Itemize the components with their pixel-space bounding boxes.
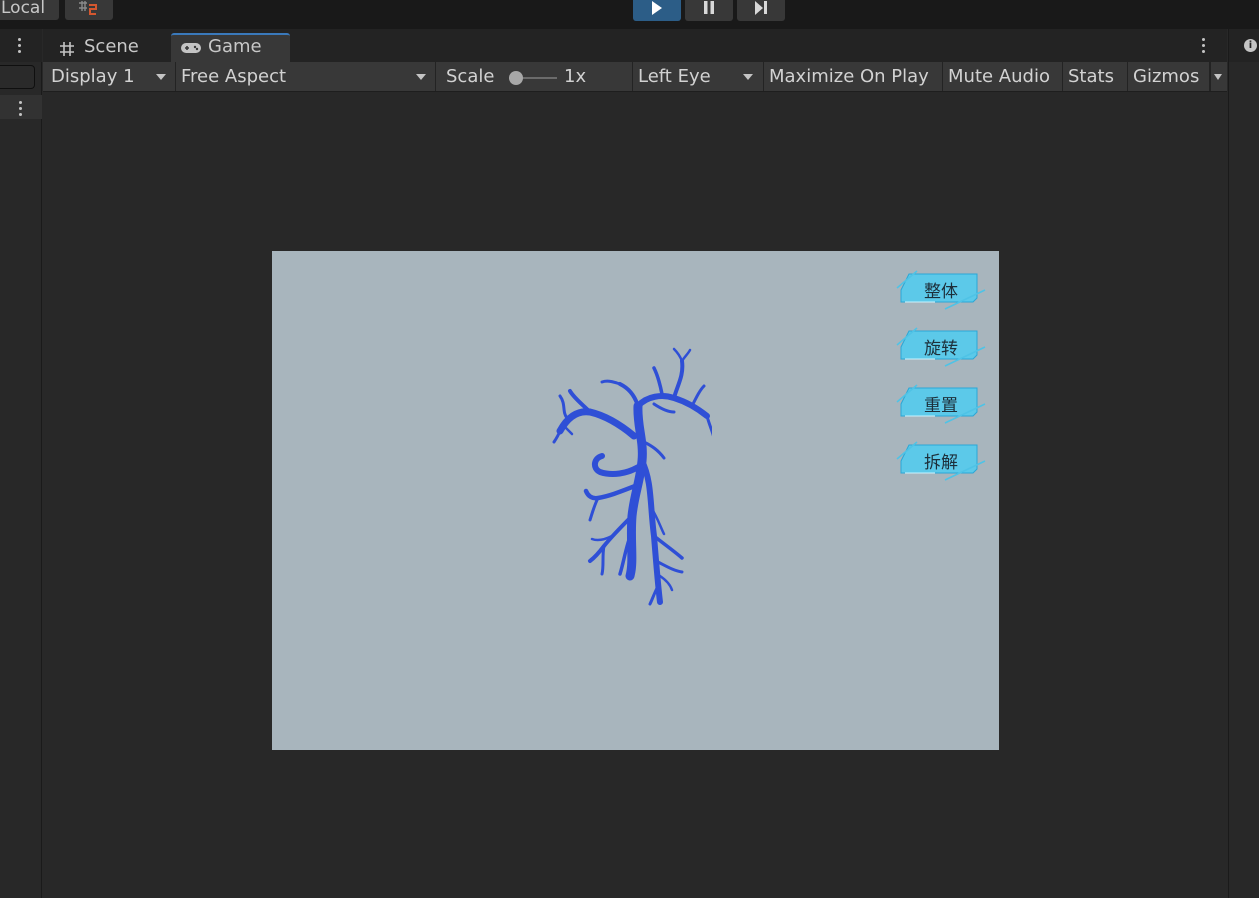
chevron-down-icon	[1214, 74, 1222, 80]
display-dropdown[interactable]: Display 1	[46, 62, 176, 91]
eye-value: Left Eye	[638, 66, 711, 87]
chevron-down-icon	[156, 74, 166, 80]
chevron-down-icon	[416, 74, 426, 80]
inspector-tab-strip: i	[1229, 29, 1259, 62]
stats-toggle[interactable]: Stats	[1063, 62, 1128, 91]
stats-label: Stats	[1068, 66, 1114, 87]
gamepad-icon	[181, 43, 201, 53]
tab-scene[interactable]: Scene	[53, 33, 173, 62]
overall-view-button[interactable]: 整体	[895, 268, 987, 310]
main-toolbar: Local	[0, 0, 1259, 29]
maximize-on-play-toggle[interactable]: Maximize On Play	[764, 62, 943, 91]
inspector-panel: i	[1228, 29, 1259, 898]
pause-icon	[704, 1, 714, 14]
step-icon	[755, 1, 767, 15]
pivot-rotation-button[interactable]: Local	[0, 0, 59, 20]
hierarchy-search-input[interactable]	[0, 65, 35, 89]
step-button[interactable]	[737, 0, 785, 21]
tab-scene-label: Scene	[84, 36, 139, 57]
eye-dropdown[interactable]: Left Eye	[633, 62, 764, 91]
hierarchy-tab-strip	[0, 29, 42, 62]
hash-icon	[60, 42, 74, 56]
display-value: Display 1	[51, 66, 135, 87]
row-menu-icon[interactable]	[19, 101, 23, 119]
scale-value: 1x	[564, 66, 587, 87]
grid-snap-button[interactable]	[65, 0, 113, 20]
reset-label: 重置	[924, 396, 958, 416]
tab-game-label: Game	[208, 36, 262, 57]
play-icon	[652, 1, 662, 15]
scale-slider-thumb[interactable]	[509, 71, 523, 85]
mute-label: Mute Audio	[948, 66, 1050, 87]
tab-menu-icon[interactable]	[1202, 38, 1206, 56]
aspect-dropdown[interactable]: Free Aspect	[176, 62, 436, 91]
hierarchy-panel	[0, 29, 42, 898]
pause-button[interactable]	[685, 0, 733, 21]
scale-control: Scale 1x	[436, 62, 633, 91]
hierarchy-menu-icon[interactable]	[18, 38, 22, 56]
game-render-canvas[interactable]: 整体 旋转 重置 拆解	[272, 251, 999, 750]
chevron-down-icon	[743, 74, 753, 80]
tab-game[interactable]: Game	[171, 33, 290, 62]
disassemble-button[interactable]: 拆解	[895, 439, 987, 481]
reset-button[interactable]: 重置	[895, 382, 987, 424]
mute-audio-toggle[interactable]: Mute Audio	[943, 62, 1063, 91]
rotate-button[interactable]: 旋转	[895, 325, 987, 367]
play-button[interactable]	[633, 0, 681, 21]
gizmos-label: Gizmos	[1133, 66, 1200, 87]
blood-vessel-model	[552, 347, 712, 606]
scale-label: Scale	[446, 66, 495, 87]
aspect-value: Free Aspect	[181, 66, 287, 87]
disassemble-label: 拆解	[924, 453, 958, 473]
info-icon[interactable]: i	[1244, 39, 1257, 52]
maximize-label: Maximize On Play	[769, 66, 929, 87]
hierarchy-row[interactable]	[0, 95, 42, 119]
game-view: 整体 旋转 重置 拆解	[43, 93, 1227, 898]
gizmos-dropdown[interactable]	[1210, 62, 1227, 91]
overall-view-label: 整体	[924, 282, 958, 302]
grid-snap-icon	[79, 1, 97, 15]
view-tab-bar: Scene Game	[43, 29, 1227, 62]
gizmos-toggle[interactable]: Gizmos	[1128, 62, 1210, 91]
game-view-toolbar: Display 1 Free Aspect Scale 1x Left Eye …	[43, 62, 1227, 92]
rotate-label: 旋转	[924, 339, 958, 359]
